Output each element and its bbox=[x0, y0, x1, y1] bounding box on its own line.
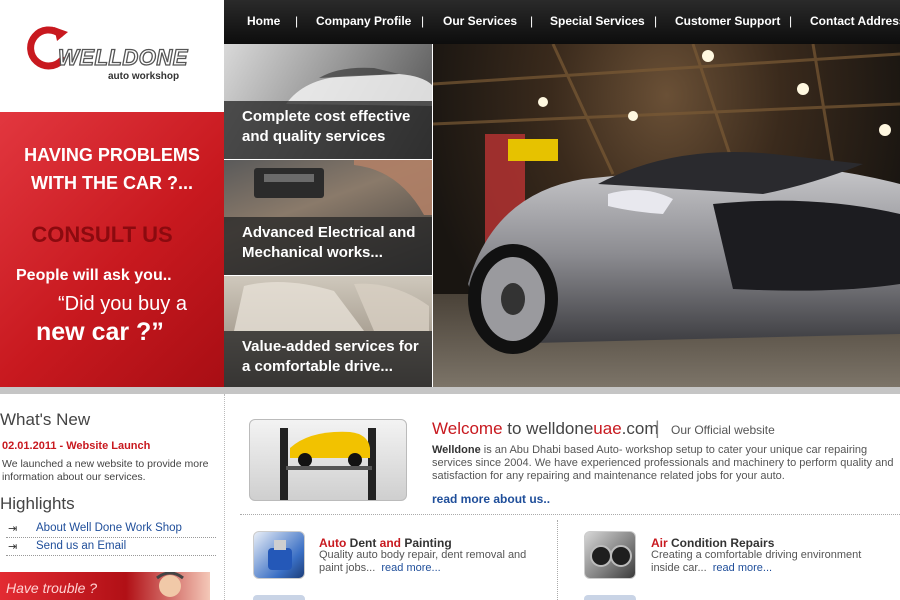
divider-bar bbox=[0, 387, 900, 394]
svc-title-part: Painting bbox=[404, 536, 452, 550]
highlight-item[interactable]: ⇥ Send us an Email bbox=[6, 538, 216, 556]
welcome-photo bbox=[249, 419, 407, 501]
nav-home[interactable]: Home bbox=[247, 14, 280, 28]
nav-company-profile[interactable]: Company Profile bbox=[316, 14, 411, 28]
ac-vent-icon[interactable] bbox=[584, 531, 636, 579]
logo-tagline: auto workshop bbox=[108, 71, 180, 82]
news-date[interactable]: 02.01.2011 - Website Launch bbox=[2, 440, 150, 452]
logo-wordmark: WELLDONE bbox=[57, 44, 188, 70]
service-desc-dent: Quality auto body repair, dent removal a… bbox=[319, 549, 534, 575]
service-icon-partial bbox=[253, 595, 305, 600]
title-separator: | bbox=[655, 418, 660, 438]
highlight-link-about[interactable]: About Well Done Work Shop bbox=[36, 522, 182, 534]
sports-car-illustration bbox=[433, 44, 900, 387]
promo-ask: People will ask you.. bbox=[16, 267, 172, 284]
feature-caption: Complete cost effective and quality serv… bbox=[224, 101, 432, 159]
login-arrow-icon: ⇥ bbox=[8, 523, 18, 535]
welcome-text: is an Abu Dhabi based Auto- workshop set… bbox=[432, 444, 894, 482]
svc-title-part: Dent bbox=[349, 536, 377, 550]
welcome-subtitle: Our Official website bbox=[671, 423, 775, 437]
welcome-title: Welcome to welldoneuae.com bbox=[432, 419, 659, 439]
support-agent-icon bbox=[156, 572, 184, 597]
whats-new-heading: What's New bbox=[0, 410, 91, 429]
nav-customer-support[interactable]: Customer Support bbox=[675, 14, 780, 28]
svc-title-part: Condition bbox=[671, 536, 727, 550]
section-divider bbox=[240, 514, 900, 515]
promo-quote-1: “Did you buy a bbox=[58, 293, 187, 315]
car-lift-icon bbox=[280, 428, 376, 500]
trouble-text: Have trouble ? bbox=[6, 580, 98, 596]
hero-image bbox=[433, 44, 900, 387]
svc-title-part: Repairs bbox=[730, 536, 775, 550]
highlight-item[interactable]: ⇥ About Well Done Work Shop bbox=[6, 520, 216, 538]
service-read-more-link[interactable]: read more... bbox=[713, 562, 772, 574]
nav-contact-address[interactable]: Contact Address bbox=[810, 14, 900, 28]
nav-separator: | bbox=[530, 14, 534, 28]
service-title-ac[interactable]: Air Condition Repairs bbox=[651, 536, 774, 550]
promo-banner[interactable]: HAVING PROBLEMS WITH THE CAR ?... CONSUL… bbox=[0, 112, 224, 387]
feature-caption: Advanced Electrical and Mechanical works… bbox=[224, 217, 432, 275]
promo-headline-2: WITH THE CAR ?... bbox=[31, 173, 193, 193]
promo-consult: CONSULT US bbox=[31, 222, 173, 247]
top-nav: Home | Company Profile | Our Services | … bbox=[224, 0, 900, 44]
seat-photo-icon bbox=[234, 282, 429, 331]
feature-caption: Value-added services for a comfortable d… bbox=[224, 331, 432, 387]
welcome-word: Welcome bbox=[432, 419, 503, 438]
nav-special-services[interactable]: Special Services bbox=[550, 14, 645, 28]
painting-icon[interactable] bbox=[253, 531, 305, 579]
air-vent-icon bbox=[590, 545, 632, 567]
service-desc-ac: Creating a comfortable driving environme… bbox=[651, 549, 866, 575]
svc-title-part: and bbox=[376, 536, 405, 550]
welcome-to: to welldone bbox=[502, 419, 594, 438]
service-icon-partial bbox=[584, 595, 636, 600]
spray-paint-icon bbox=[268, 540, 292, 570]
welcome-com: .com bbox=[621, 419, 659, 438]
nav-separator: | bbox=[789, 14, 793, 28]
dashboard-photo-icon bbox=[254, 160, 432, 215]
column-divider bbox=[224, 394, 225, 600]
promo-headline-1: HAVING PROBLEMS bbox=[24, 145, 200, 165]
feature-thumb-comfort[interactable]: Value-added services for a comfortable d… bbox=[224, 276, 433, 387]
feature-thumb-quality[interactable]: Complete cost effective and quality serv… bbox=[224, 44, 433, 159]
nav-separator: | bbox=[421, 14, 425, 28]
promo-quote-2: new car ?” bbox=[36, 318, 164, 346]
feature-thumb-electrical[interactable]: Advanced Electrical and Mechanical works… bbox=[224, 160, 433, 275]
highlight-link-email[interactable]: Send us an Email bbox=[36, 540, 126, 552]
logo[interactable]: WELLDONE auto workshop bbox=[0, 0, 224, 112]
login-arrow-icon: ⇥ bbox=[8, 541, 18, 553]
read-more-about-link[interactable]: read more about us.. bbox=[432, 492, 550, 506]
nav-separator: | bbox=[654, 14, 658, 28]
brand-bold: Welldone bbox=[432, 444, 481, 456]
nav-our-services[interactable]: Our Services bbox=[443, 14, 517, 28]
news-body: We launched a new website to provide mor… bbox=[2, 458, 209, 483]
service-read-more-link[interactable]: read more... bbox=[381, 562, 440, 574]
nav-separator: | bbox=[295, 14, 299, 28]
service-title-dent[interactable]: Auto Dent and Painting bbox=[319, 536, 452, 550]
highlights-heading: Highlights bbox=[0, 494, 75, 513]
trouble-banner[interactable]: Have trouble ? bbox=[0, 572, 210, 600]
svc-title-part: Auto bbox=[319, 536, 350, 550]
welcome-uae: uae bbox=[593, 419, 622, 438]
welcome-body: Welldone is an Abu Dhabi based Auto- wor… bbox=[432, 444, 894, 483]
sidebar: What's New 02.01.2011 - Website Launch W… bbox=[0, 394, 224, 600]
services-divider bbox=[557, 520, 558, 600]
svc-title-part: Air bbox=[651, 536, 672, 550]
